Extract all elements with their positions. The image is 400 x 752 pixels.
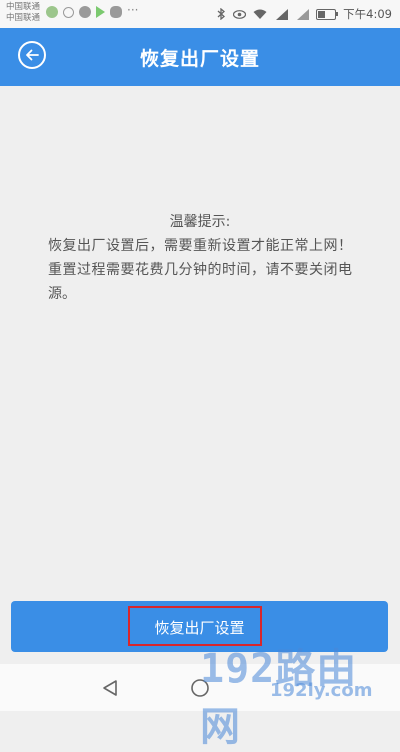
wifi-icon bbox=[253, 9, 267, 19]
app-round-icon bbox=[46, 6, 58, 18]
signal-4g-icon bbox=[276, 8, 289, 20]
eye-icon bbox=[233, 9, 247, 19]
wechat-icon bbox=[110, 6, 122, 18]
nav-home-icon[interactable] bbox=[190, 678, 210, 698]
notice-body: 恢复出厂设置后，需要重新设置才能正常上网！重置过程需要花费几分钟的时间，请不要关… bbox=[48, 238, 352, 302]
signal-2g-icon bbox=[297, 8, 310, 20]
status-bar: 中国联通 中国联通 ··· 下午4:09 bbox=[0, 0, 400, 28]
more-dots-icon: ··· bbox=[127, 3, 139, 17]
notification-icons: ··· bbox=[46, 3, 139, 18]
notice-text: 温馨提示: 恢复出厂设置后，需要重新设置才能正常上网！重置过程需要花费几分钟的时… bbox=[48, 210, 352, 306]
app-header: 恢复出厂设置 bbox=[0, 28, 400, 86]
factory-reset-button[interactable]: 恢复出厂设置 bbox=[11, 601, 388, 652]
carrier-1: 中国联通 bbox=[6, 2, 41, 12]
nav-back-icon[interactable] bbox=[100, 678, 120, 698]
carrier-2: 中国联通 bbox=[6, 13, 41, 23]
page-title: 恢复出厂设置 bbox=[139, 48, 260, 70]
bluetooth-icon bbox=[217, 8, 226, 20]
battery-fill bbox=[318, 10, 326, 18]
factory-reset-button-label: 恢复出厂设置 bbox=[154, 619, 245, 637]
system-nav-bar bbox=[0, 664, 400, 711]
video-icon bbox=[96, 6, 105, 18]
app-outline-icon bbox=[63, 6, 74, 18]
clock: 下午4:09 bbox=[343, 7, 392, 21]
battery-icon bbox=[316, 8, 339, 20]
carrier-info: 中国联通 中国联通 bbox=[6, 2, 40, 24]
notice-heading: 温馨提示: bbox=[169, 214, 231, 230]
message-icon bbox=[79, 6, 91, 18]
system-icons: 下午4:09 bbox=[217, 6, 392, 22]
